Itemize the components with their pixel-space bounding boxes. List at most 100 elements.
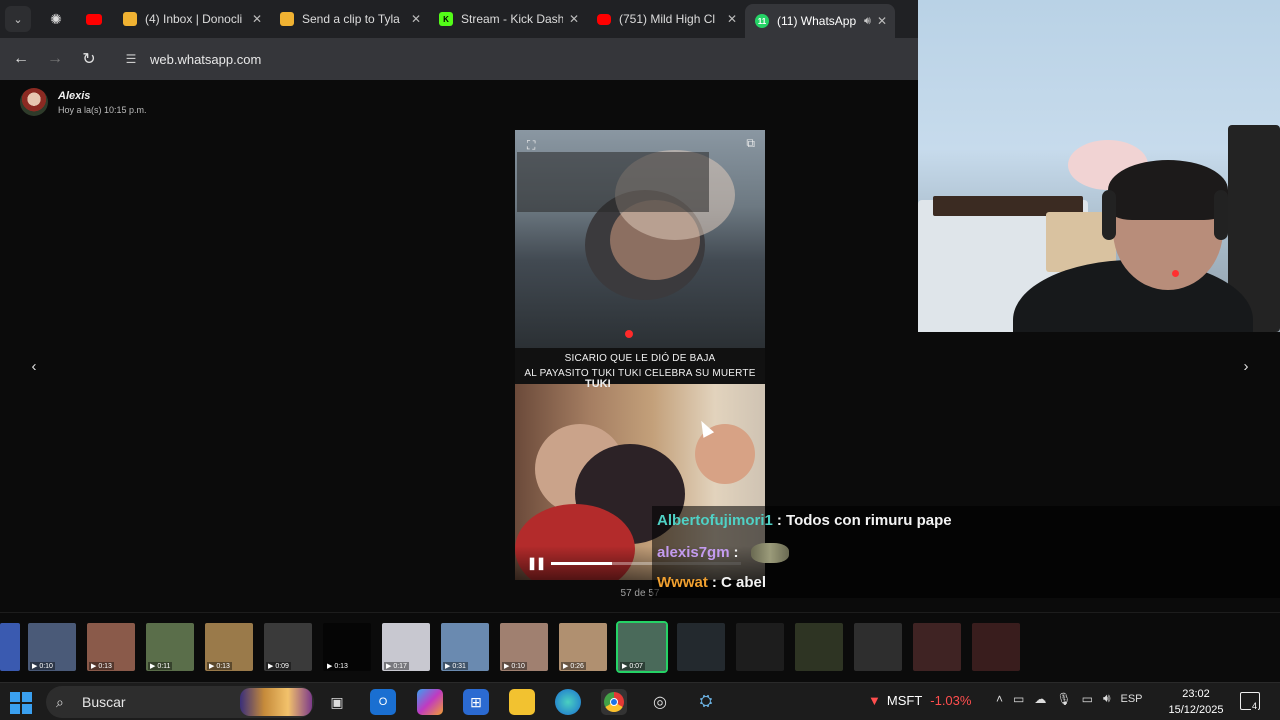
media-thumbnail[interactable]: ▶ 0:13 xyxy=(205,623,253,671)
thumbnail-duration: ▶ 0:13 xyxy=(325,662,350,670)
media-thumbnail[interactable]: ▶ 0:13 xyxy=(323,623,371,671)
notification-count: 4 xyxy=(1251,701,1259,711)
clock-date: 15/12/2025 xyxy=(1168,704,1224,716)
tab-whatsapp[interactable]: 11 (11) WhatsApp 🔊︎ ✕ xyxy=(745,4,895,38)
browser-tab-bar: ⌄ ✺ (4) Inbox | Donocli ✕ Send a clip to… xyxy=(0,0,918,38)
outlook-icon[interactable]: O xyxy=(370,689,396,715)
microsoft-store-icon[interactable]: ⊞ xyxy=(463,689,489,715)
video-frame-top: ⛶ ⧉ xyxy=(515,130,765,348)
pinned-tab-youtube[interactable] xyxy=(75,4,113,34)
tab-inbox[interactable]: (4) Inbox | Donocli ✕ xyxy=(113,4,270,34)
close-icon[interactable]: ✕ xyxy=(252,12,262,26)
obs-icon[interactable]: ◎ xyxy=(647,689,673,715)
media-thumbnail[interactable] xyxy=(0,623,20,671)
whatsapp-icon: 11 xyxy=(755,14,769,28)
previous-media-button[interactable]: ‹ xyxy=(20,352,48,380)
next-media-button[interactable]: › xyxy=(1232,352,1260,380)
file-explorer-icon[interactable] xyxy=(509,689,535,715)
media-thumbnail[interactable] xyxy=(736,623,784,671)
media-thumbnail[interactable]: ▶ 0:09 xyxy=(264,623,312,671)
back-button[interactable]: ← xyxy=(4,42,38,76)
close-icon[interactable]: ✕ xyxy=(411,12,421,26)
thumbnail-duration: ▶ 0:07 xyxy=(620,662,645,670)
forward-button[interactable]: → xyxy=(38,42,72,76)
clock-time: 23:02 xyxy=(1182,688,1210,700)
progress-fill xyxy=(551,562,612,565)
media-thumbnail[interactable]: ▶ 0:10 xyxy=(28,623,76,671)
media-thumbnail[interactable]: ▶ 0:13 xyxy=(87,623,135,671)
pause-icon[interactable]: ❚❚ xyxy=(527,556,546,570)
video-overlay-label: TUKI xyxy=(585,378,611,390)
reload-button[interactable]: ↻ xyxy=(72,42,106,76)
microphone-icon[interactable]: 🎙︎ xyxy=(1056,692,1071,706)
site-settings-icon[interactable]: ☰ xyxy=(120,48,142,70)
tab-kick-stream[interactable]: K Stream - Kick Dash ✕ xyxy=(429,4,587,34)
thumbnail-duration: ▶ 0:26 xyxy=(561,662,586,670)
reload-icon: ↻ xyxy=(82,51,96,68)
search-icon: ⌕ xyxy=(56,693,64,710)
tab-title: Send a clip to Tyla xyxy=(302,12,400,26)
stream-chat-overlay: Albertofujimori1: Todos con rimuru pape … xyxy=(652,506,1280,598)
taskbar-search[interactable]: ⌕ Buscar xyxy=(46,686,314,718)
thumbnail-duration: ▶ 0:13 xyxy=(207,662,232,670)
chat-message: Albertofujimori1: Todos con rimuru pape xyxy=(657,512,952,529)
media-thumbnail-strip: ▶ 0:10 ▶ 0:13 ▶ 0:11 ▶ 0:13 ▶ 0:09 ▶ 0:13 ▶ 0:… xyxy=(0,612,1280,682)
clock[interactable]: 23:02 15/12/2025 xyxy=(1160,686,1232,718)
media-thumbnail[interactable]: ▶ 0:10 xyxy=(500,623,548,671)
media-sender-info[interactable]: Alexis Hoy a la(s) 10:15 p.m. xyxy=(20,88,147,116)
media-thumbnail[interactable] xyxy=(677,623,725,671)
chat-separator: : xyxy=(711,574,717,591)
language-indicator[interactable]: ESP xyxy=(1121,693,1143,705)
copilot-icon[interactable] xyxy=(417,689,443,715)
steam-icon[interactable]: ⛭ xyxy=(693,689,719,715)
media-thumbnail[interactable]: ▶ 0:26 xyxy=(559,623,607,671)
url-text: web.whatsapp.com xyxy=(150,51,262,67)
kick-icon: K xyxy=(439,12,453,26)
arrow-left-icon: ← xyxy=(13,50,29,67)
search-label: Buscar xyxy=(82,694,126,710)
thumbnail-duration: ▶ 0:09 xyxy=(266,662,291,670)
thumbnail-duration: ▶ 0:17 xyxy=(384,662,409,670)
youtube-icon xyxy=(597,13,611,25)
chrome-icon[interactable] xyxy=(601,689,627,715)
network-icon[interactable]: ▭ xyxy=(1082,692,1093,706)
media-thumbnail[interactable]: ▶ 0:11 xyxy=(146,623,194,671)
caption-line-1: SICARIO QUE LE DIÓ DE BAJA xyxy=(564,353,716,364)
chat-message: Wwwat: C abel xyxy=(657,574,766,591)
avatar xyxy=(20,88,48,116)
fullscreen-icon[interactable]: ⛶ xyxy=(527,138,535,153)
media-thumbnail[interactable]: ▶ 0:17 xyxy=(382,623,430,671)
close-icon[interactable]: ✕ xyxy=(569,12,579,26)
media-thumbnail[interactable] xyxy=(972,623,1020,671)
onedrive-icon[interactable]: ☁ xyxy=(1034,692,1046,706)
tab-send-clip[interactable]: Send a clip to Tyla ✕ xyxy=(270,4,429,34)
thumbnail-duration: ▶ 0:13 xyxy=(89,662,114,670)
meet-icon[interactable]: ▭ xyxy=(1013,692,1024,706)
volume-icon[interactable]: 🔊︎ xyxy=(1103,691,1111,706)
chevron-up-icon[interactable]: ˄ xyxy=(996,692,1003,706)
media-thumbnail[interactable] xyxy=(795,623,843,671)
donocle-icon xyxy=(123,12,137,26)
close-icon[interactable]: ✕ xyxy=(727,12,737,26)
thumbnail-duration: ▶ 0:10 xyxy=(30,662,55,670)
windows-start-icon[interactable] xyxy=(10,692,32,714)
picture-in-picture-icon[interactable]: ⧉ xyxy=(746,136,755,151)
media-thumbnail[interactable] xyxy=(854,623,902,671)
edge-icon[interactable] xyxy=(555,689,581,715)
media-thumbnail[interactable]: ▶ 0:07 xyxy=(616,621,668,673)
speaker-icon[interactable]: 🔊︎ xyxy=(864,15,871,28)
tab-youtube-video[interactable]: (751) Mild High Cl ✕ xyxy=(587,4,745,34)
chat-message: alexis7gm: xyxy=(657,543,789,563)
tab-search-button[interactable]: ⌄ xyxy=(5,6,31,32)
stock-down-icon: ▼ xyxy=(868,693,881,708)
task-view-icon[interactable]: ▣ xyxy=(324,689,350,715)
stock-ticker-widget[interactable]: ▼ MSFT -1.03% xyxy=(868,693,971,708)
address-bar[interactable]: ☰ web.whatsapp.com xyxy=(120,48,262,70)
openai-icon: ✺ xyxy=(50,10,62,27)
media-thumbnail[interactable] xyxy=(913,623,961,671)
close-icon[interactable]: ✕ xyxy=(877,14,887,28)
media-thumbnail[interactable]: ▶ 0:31 xyxy=(441,623,489,671)
chat-username: alexis7gm xyxy=(657,543,730,561)
pinned-tab-chatgpt[interactable]: ✺ xyxy=(37,4,75,34)
chat-text: C abel xyxy=(721,574,767,591)
